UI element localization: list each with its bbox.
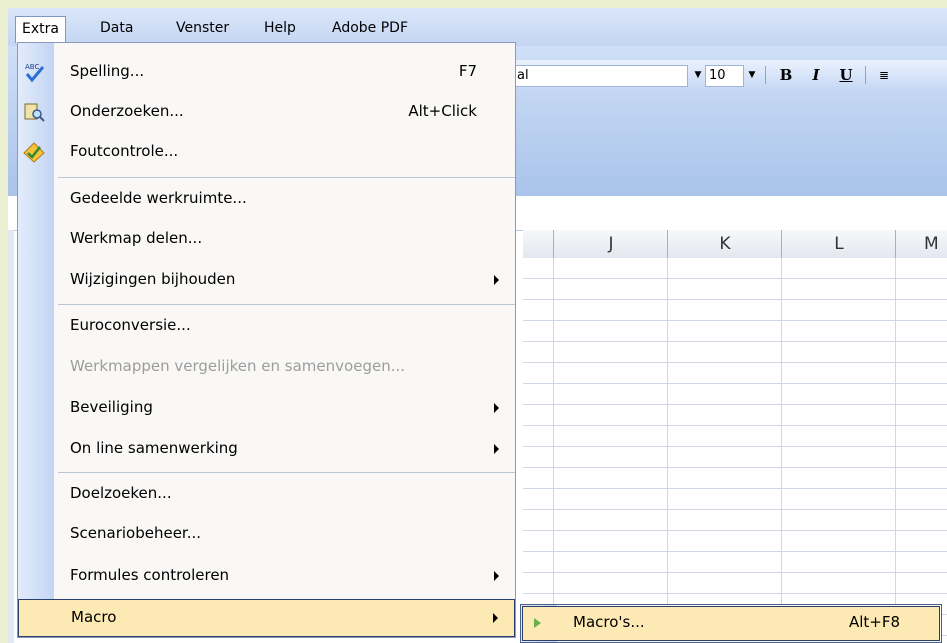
menu-item-beveiliging[interactable]: Beveiliging bbox=[18, 389, 515, 429]
column-header-l[interactable]: L bbox=[781, 230, 896, 258]
menu-item-werkmap-delen[interactable]: Werkmap delen... bbox=[18, 220, 515, 260]
menu-item-label: Wijzigingen bijhouden bbox=[70, 270, 236, 288]
macro-submenu: Macro's... Alt+F8 bbox=[520, 604, 942, 643]
error-check-icon bbox=[23, 142, 45, 163]
formatting-toolbar: al ▼ 10 ▼ B I U ≣ bbox=[513, 60, 947, 88]
toolbar-separator bbox=[765, 66, 766, 84]
menu-item-wijzigingen-bijhouden[interactable]: Wijzigingen bijhouden bbox=[18, 261, 515, 301]
menu-item-euroconversie[interactable]: Euroconversie... bbox=[18, 307, 515, 347]
row-header-strip bbox=[8, 230, 14, 643]
menu-item-onderzoeken[interactable]: Onderzoeken... Alt+Click bbox=[18, 93, 515, 133]
menu-item-label: Beveiliging bbox=[70, 398, 153, 416]
grid-row-line bbox=[523, 383, 947, 384]
menu-item-label: Macro bbox=[71, 608, 117, 626]
font-name-value: al bbox=[517, 68, 529, 83]
svg-text:ABC: ABC bbox=[25, 63, 39, 71]
align-left-icon[interactable]: ≣ bbox=[873, 65, 895, 85]
submenu-arrow-icon bbox=[493, 613, 498, 623]
menu-item-label: Formules controleren bbox=[70, 566, 230, 584]
grid-column-line bbox=[553, 258, 554, 643]
menu-item-label: Spelling... bbox=[70, 62, 145, 80]
menu-item-macro[interactable]: Macro bbox=[18, 599, 515, 637]
font-size-value: 10 bbox=[709, 68, 726, 83]
grid-row-line bbox=[523, 446, 947, 447]
research-icon bbox=[24, 103, 45, 122]
menu-item-formules-controleren[interactable]: Formules controleren bbox=[18, 557, 515, 597]
submenu-item-macros[interactable]: Macro's... Alt+F8 bbox=[522, 606, 940, 641]
menu-separator bbox=[58, 472, 515, 473]
grid-row-line bbox=[523, 509, 947, 510]
submenu-arrow-icon bbox=[494, 275, 499, 285]
menu-adobe-pdf[interactable]: Adobe PDF bbox=[326, 16, 414, 40]
menu-item-gedeelde-werkruimte[interactable]: Gedeelde werkruimte... bbox=[18, 180, 515, 220]
menu-item-label: Foutcontrole... bbox=[70, 142, 179, 160]
menu-extra[interactable]: Extra bbox=[15, 16, 66, 43]
submenu-arrow-icon bbox=[494, 444, 499, 454]
grid-row-line bbox=[523, 467, 947, 468]
menu-item-label: Onderzoeken... bbox=[70, 102, 184, 120]
submenu-arrow-icon bbox=[494, 571, 499, 581]
menu-item-label: Werkmappen vergelijken en samenvoegen... bbox=[70, 357, 406, 375]
grid-row-line bbox=[523, 341, 947, 342]
grid-row-line bbox=[523, 299, 947, 300]
menu-item-label: Doelzoeken... bbox=[70, 484, 172, 502]
grid-row-line bbox=[523, 425, 947, 426]
menu-item-doelzoeken[interactable]: Doelzoeken... bbox=[18, 475, 515, 515]
submenu-item-shortcut: Alt+F8 bbox=[849, 613, 901, 631]
menu-item-label: Werkmap delen... bbox=[70, 229, 203, 247]
menu-item-label: Scenariobeheer... bbox=[70, 524, 202, 542]
grid-row-line bbox=[523, 530, 947, 531]
grid-row-line bbox=[523, 278, 947, 279]
column-header-k[interactable]: K bbox=[667, 230, 782, 258]
grid-row-line bbox=[523, 488, 947, 489]
menu-item-foutcontrole[interactable]: Foutcontrole... bbox=[18, 133, 515, 173]
underline-button[interactable]: U bbox=[835, 65, 857, 85]
menu-item-shortcut: F7 bbox=[458, 62, 477, 80]
menu-venster[interactable]: Venster bbox=[170, 16, 235, 40]
play-icon bbox=[534, 618, 541, 628]
submenu-arrow-icon bbox=[494, 403, 499, 413]
menu-data[interactable]: Data bbox=[94, 16, 139, 40]
font-size-field[interactable]: 10 bbox=[705, 65, 744, 87]
menu-help[interactable]: Help bbox=[258, 16, 302, 40]
column-header-j[interactable]: J bbox=[553, 230, 668, 258]
column-header-row: J K L M bbox=[523, 230, 947, 259]
grid-column-line bbox=[781, 258, 782, 643]
grid-row-line bbox=[523, 404, 947, 405]
extra-menu: ABC Spelling... F7 Onderzoeken... Alt+Cl… bbox=[17, 42, 516, 638]
menu-item-label: Gedeelde werkruimte... bbox=[70, 189, 247, 207]
menu-item-label: On line samenwerking bbox=[70, 439, 238, 457]
font-name-dropdown-icon[interactable]: ▼ bbox=[691, 65, 705, 85]
menu-item-online-samenwerking[interactable]: On line samenwerking bbox=[18, 430, 515, 470]
grid-row-line bbox=[523, 551, 947, 552]
toolbar-separator bbox=[865, 66, 866, 84]
font-name-field[interactable]: al bbox=[513, 65, 688, 87]
menu-item-spelling[interactable]: ABC Spelling... F7 bbox=[18, 53, 515, 93]
menu-item-scenariobeheer[interactable]: Scenariobeheer... bbox=[18, 515, 515, 555]
bold-button[interactable]: B bbox=[775, 65, 797, 85]
grid-column-line bbox=[895, 258, 896, 643]
font-size-dropdown-icon[interactable]: ▼ bbox=[745, 65, 759, 85]
cell-grid[interactable] bbox=[523, 258, 947, 643]
grid-column-line bbox=[667, 258, 668, 643]
menu-item-shortcut: Alt+Click bbox=[408, 102, 477, 120]
menu-item-label: Euroconversie... bbox=[70, 316, 191, 334]
grid-row-line bbox=[523, 593, 947, 594]
column-header-m[interactable]: M bbox=[895, 230, 947, 258]
grid-row-line bbox=[523, 362, 947, 363]
menu-separator bbox=[58, 177, 515, 178]
menu-item-werkmappen-vergelijken: Werkmappen vergelijken en samenvoegen... bbox=[18, 348, 515, 388]
grid-row-line bbox=[523, 320, 947, 321]
spelling-icon: ABC bbox=[25, 63, 45, 83]
menu-bar: Extra Data Venster Help Adobe PDF bbox=[8, 8, 947, 46]
grid-row-line bbox=[523, 572, 947, 573]
menu-separator bbox=[58, 304, 515, 305]
submenu-item-label: Macro's... bbox=[573, 613, 645, 631]
italic-button[interactable]: I bbox=[805, 65, 827, 85]
